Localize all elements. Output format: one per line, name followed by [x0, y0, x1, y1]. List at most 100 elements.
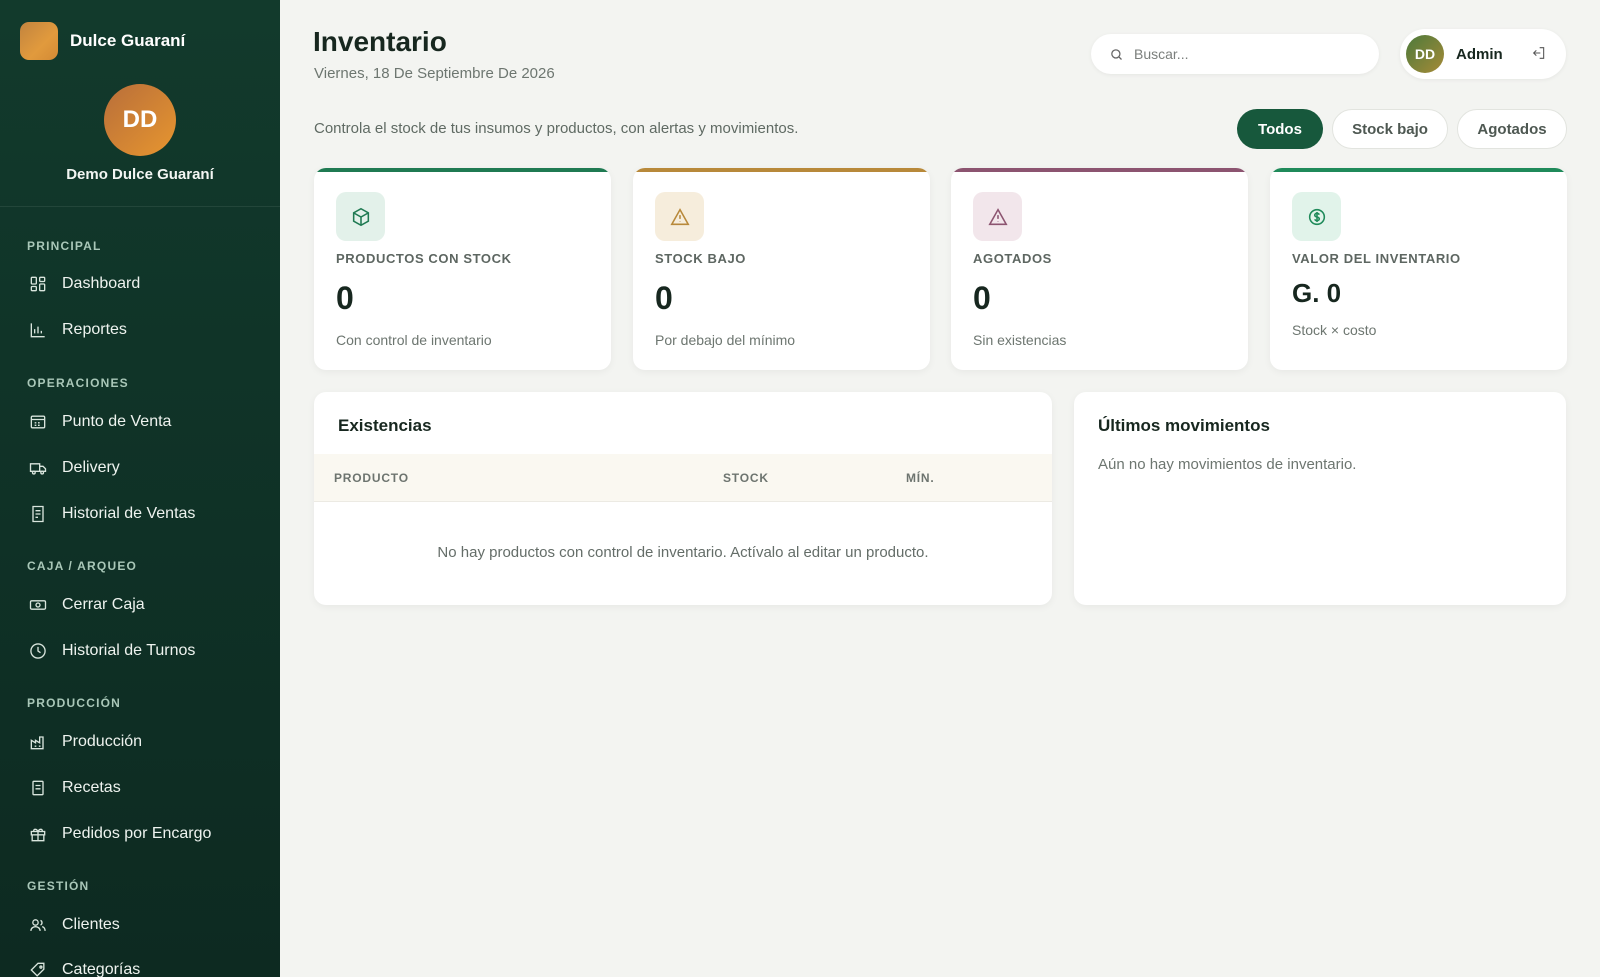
sidebar-item-label: Pedidos por Encargo	[62, 825, 212, 842]
card-accent-bar	[633, 168, 930, 172]
sidebar-item-label: Reportes	[62, 321, 127, 338]
card-value: 0	[655, 280, 673, 316]
sidebar-item-delivery[interactable]: Delivery	[28, 454, 120, 482]
receipt-icon	[32, 505, 44, 523]
profile-name: Demo Dulce Guaraní	[66, 166, 214, 183]
user-menu[interactable]: DD Admin	[1400, 29, 1566, 79]
stat-card-stock-bajo: STOCK BAJO 0 Por debajo del mínimo	[633, 168, 930, 370]
card-label: PRODUCTOS CON STOCK	[336, 251, 512, 266]
sidebar-item-label: Clientes	[62, 916, 120, 933]
search-input[interactable]	[1134, 46, 1354, 62]
box-icon	[352, 207, 369, 226]
truck-icon	[29, 463, 47, 475]
sidebar-item-dashboard[interactable]: Dashboard	[28, 270, 140, 298]
sidebar-item-recetas[interactable]: Recetas	[28, 774, 121, 802]
card-accent-bar	[1270, 168, 1567, 172]
panel-title: Últimos movimientos	[1098, 416, 1270, 435]
card-value: G. 0	[1292, 278, 1342, 308]
card-label: STOCK BAJO	[655, 251, 746, 266]
sidebar-item-label: Recetas	[62, 779, 121, 796]
clock-icon	[30, 643, 46, 659]
filter-agotados-button[interactable]: Agotados	[1457, 109, 1567, 149]
logout-button[interactable]	[1531, 45, 1549, 63]
profile-avatar[interactable]: DD	[104, 84, 176, 156]
sidebar-item-produccion[interactable]: Producción	[28, 728, 142, 756]
filter-stock-bajo-button[interactable]: Stock bajo	[1332, 109, 1448, 149]
panel-title: Existencias	[338, 416, 432, 435]
warning-icon	[669, 207, 690, 225]
sidebar-item-label: Producción	[62, 733, 143, 750]
card-accent-bar	[314, 168, 611, 172]
table-header: PRODUCTO STOCK MÍN.	[314, 454, 1052, 502]
card-icon-box	[336, 192, 385, 241]
sidebar-item-punto-de-venta[interactable]: Punto de Venta	[28, 408, 171, 436]
card-note: Con control de inventario	[336, 332, 492, 348]
column-min[interactable]: MÍN.	[906, 471, 935, 485]
sidebar-item-historial-de-turnos[interactable]: Historial de Turnos	[28, 637, 195, 665]
dashboard-icon	[30, 276, 46, 292]
page-title: Inventario	[313, 26, 447, 57]
sidebar-divider	[0, 206, 280, 207]
search-box[interactable]	[1091, 34, 1379, 74]
section-produccion: PRODUCCIÓN	[27, 696, 122, 710]
brand-logo	[20, 22, 58, 60]
stat-card-agotados: AGOTADOS 0 Sin existencias	[951, 168, 1248, 370]
sidebar-item-pedidos-por-encargo[interactable]: Pedidos por Encargo	[28, 820, 211, 848]
table-empty-message: No hay productos con control de inventar…	[437, 544, 929, 561]
sidebar-item-reportes[interactable]: Reportes	[28, 316, 127, 344]
user-avatar[interactable]: DD	[1406, 35, 1444, 73]
sidebar-item-cerrar-caja[interactable]: Cerrar Caja	[28, 591, 145, 619]
search-icon	[1111, 48, 1122, 60]
filter-todos-button[interactable]: Todos	[1237, 109, 1323, 149]
card-note: Por debajo del mínimo	[655, 332, 796, 348]
coin-icon	[1308, 208, 1325, 225]
users-icon	[30, 919, 46, 931]
section-caja-arqueo: CAJA / ARQUEO	[27, 559, 138, 573]
sidebar-item-label: Categorías	[62, 961, 141, 977]
brand[interactable]: Dulce Guaraní	[20, 22, 185, 60]
column-stock[interactable]: STOCK	[723, 471, 769, 485]
warning-icon	[987, 207, 1008, 225]
page-subtitle: Controla el stock de tus insumos y produ…	[314, 120, 799, 137]
main-content: Inventario Viernes, 18 De Septiembre De …	[280, 0, 1600, 977]
sidebar-item-label: Cerrar Caja	[62, 596, 145, 613]
recipe-icon	[32, 780, 44, 796]
card-icon-box	[973, 192, 1022, 241]
movimientos-empty-message: Aún no hay movimientos de inventario.	[1098, 456, 1357, 473]
sidebar: Dulce Guaraní DD Demo Dulce Guaraní PRIN…	[0, 0, 280, 977]
sidebar-item-label: Dashboard	[62, 275, 141, 292]
stat-card-productos-con-stock: PRODUCTOS CON STOCK 0 Con control de inv…	[314, 168, 611, 370]
section-gestion: GESTIÓN	[27, 879, 90, 893]
card-accent-bar	[951, 168, 1248, 172]
page-date: Viernes, 18 De Septiembre De 2026	[314, 65, 555, 82]
brand-name: Dulce Guaraní	[70, 31, 186, 50]
card-label: AGOTADOS	[973, 251, 1052, 266]
card-note: Sin existencias	[973, 332, 1067, 348]
sidebar-item-historial-de-ventas[interactable]: Historial de Ventas	[28, 500, 195, 528]
user-name: Admin	[1456, 45, 1503, 63]
card-icon-box	[1292, 192, 1341, 241]
factory-icon	[30, 736, 44, 750]
card-note: Stock × costo	[1292, 322, 1377, 338]
section-principal: PRINCIPAL	[27, 239, 102, 253]
register-icon	[30, 415, 46, 429]
sidebar-item-label: Delivery	[62, 459, 120, 476]
logout-icon	[1532, 47, 1544, 59]
stat-card-valor-del-inventario: VALOR DEL INVENTARIO G. 0 Stock × costo	[1270, 168, 1567, 370]
sidebar-item-label: Punto de Venta	[62, 413, 172, 430]
existencias-panel: Existencias PRODUCTO STOCK MÍN. No hay p…	[314, 392, 1052, 605]
column-producto[interactable]: PRODUCTO	[334, 471, 409, 485]
sidebar-item-categorias[interactable]: Categorías	[28, 956, 140, 977]
card-value: 0	[336, 280, 354, 316]
card-icon-box	[655, 192, 704, 241]
sidebar-item-label: Historial de Ventas	[62, 505, 196, 522]
sidebar-item-clientes[interactable]: Clientes	[28, 911, 120, 939]
card-value: 0	[973, 280, 991, 316]
cash-icon	[29, 600, 47, 610]
tag-icon	[30, 962, 45, 977]
bar-chart-icon	[30, 323, 45, 338]
gift-icon	[30, 828, 46, 842]
section-operaciones: OPERACIONES	[27, 376, 129, 390]
sidebar-item-label: Historial de Turnos	[62, 642, 196, 659]
card-label: VALOR DEL INVENTARIO	[1292, 251, 1461, 266]
